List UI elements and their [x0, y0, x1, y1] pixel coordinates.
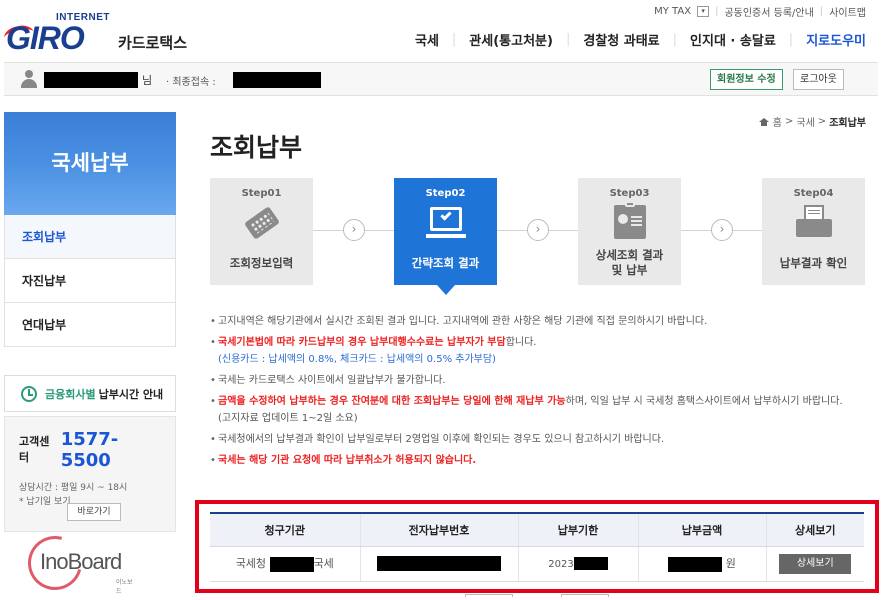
id-document-icon — [609, 201, 651, 243]
step-04: Step04 납부결과 확인 — [762, 178, 865, 285]
inoboard-logo-sub: 이노보드 — [116, 579, 133, 595]
user-bar: 님 · 최종접속 : 회원정보 수정 로그아웃 — [4, 62, 878, 96]
cell-due-date: 2023 — [517, 546, 638, 582]
notice-item: 국세는 해당 기관 요청에 따라 납부취소가 허용되지 않습니다. — [210, 452, 850, 469]
inoboard-logo: InoBoard 이노보드 — [18, 526, 138, 600]
bank-time-label: 납부시간 안내 — [98, 387, 164, 401]
customer-center-box: 고객센터 1577-5500 상담시간 : 평일 9시 ~ 18시 * 납기일 … — [4, 416, 176, 532]
notice-item: 고지내역은 해당기관에서 실시간 조회된 결과 입니다. 고지내역에 관한 사항… — [210, 313, 850, 330]
monitor-check-icon — [425, 205, 467, 243]
step-label: Step04 — [793, 188, 834, 199]
last-login-label: · 최종접속 : — [166, 77, 216, 88]
sidebar-item-joint-payment[interactable]: 연대납부 — [4, 303, 176, 347]
last-login-redacted — [233, 72, 321, 88]
logo-giro-text: GIRO — [6, 20, 85, 56]
goto-button[interactable]: 바로가기 — [67, 503, 121, 521]
bottom-buttons-partial — [465, 593, 615, 600]
nav-national-tax[interactable]: 국세 — [402, 30, 452, 49]
col-payment-number: 전자납부번호 — [359, 512, 518, 547]
col-amount: 납부금액 — [637, 512, 766, 547]
sitemap-link[interactable]: 사이트맵 — [829, 4, 866, 19]
col-agency: 청구기관 — [210, 512, 360, 547]
breadcrumb: 홈 > 국세 > 조회납부 — [758, 114, 866, 129]
sidebar-item-inquiry-payment[interactable]: 조회납부 — [4, 215, 176, 259]
table-row: 국세청 국세 2023 원 상세보기 — [210, 546, 864, 582]
cell-detail: 상세보기 — [765, 546, 864, 582]
mytax-link[interactable]: MY TAX — [654, 6, 691, 17]
step-01: Step01 조회정보입력 — [210, 178, 313, 285]
mytax-dropdown-icon[interactable]: ▾ — [697, 6, 710, 17]
agency-redacted — [269, 556, 314, 572]
cell-payment-number — [359, 546, 518, 582]
logout-button[interactable]: 로그아웃 — [793, 69, 844, 90]
step-label: Step03 — [609, 188, 650, 199]
edit-profile-button[interactable]: 회원정보 수정 — [710, 69, 783, 90]
nav-police-fine[interactable]: 경찰청 과태료 — [570, 30, 672, 49]
bank-time-highlight: 금융회사별 — [45, 387, 96, 401]
due-date-redacted — [573, 557, 608, 571]
cell-agency: 국세청 국세 — [210, 546, 360, 582]
page-title: 조회납부 — [210, 133, 303, 162]
sidebar-menu: 조회납부 자진납부 연대납부 — [4, 215, 176, 347]
step-03: Step03 상세조회 결과 및 납부 — [578, 178, 681, 285]
notice-item: 국세청에서의 납부결과 확인이 납부일로부터 2영업일 이후에 확인되는 경우도… — [210, 431, 850, 448]
step-name: 조회정보입력 — [229, 256, 294, 270]
customer-center-label: 고객센터 — [19, 435, 50, 464]
result-table: 청구기관 전자납부번호 납부기한 납부금액 상세보기 국세청 국세 2023 원 — [210, 512, 864, 582]
home-icon[interactable] — [758, 117, 769, 126]
step-name: 상세조회 결과 및 납부 — [595, 248, 664, 277]
customer-center-tel: 1577-5500 — [60, 429, 119, 471]
sidebar-item-self-payment[interactable]: 자진납부 — [4, 259, 176, 303]
certificate-link[interactable]: 공동인증서 등록/안내 — [724, 4, 813, 19]
customer-center-hours: 상담시간 : 평일 9시 ~ 18시 — [19, 483, 128, 493]
main-navigation: 국세 | 관세(통고처분) | 경찰청 과태료 | 인지대 · 송달료 | 지로… — [402, 30, 866, 49]
user-avatar-icon — [20, 70, 38, 88]
bank-time-guide-link[interactable]: 금융회사별 납부시간 안내 — [4, 375, 176, 412]
notice-list: 고지내역은 해당기관에서 실시간 조회된 결과 입니다. 고지내역에 관한 사항… — [210, 313, 850, 473]
step-arrow-icon: › — [527, 219, 549, 241]
user-name-redacted — [44, 72, 138, 88]
logo-cardrotax-text: 카드로택스 — [118, 34, 188, 52]
nav-stamp-fee[interactable]: 인지대 · 송달료 — [677, 30, 789, 49]
nav-customs[interactable]: 관세(통고처분) — [456, 30, 566, 49]
inoboard-logo-text: InoBoard — [40, 549, 122, 574]
step-label: Step02 — [425, 188, 466, 199]
step-02: Step02 간략조회 결과 — [394, 178, 497, 295]
credit-card-icon — [241, 205, 283, 243]
step-arrow-icon: › — [343, 219, 365, 241]
cell-amount: 원 — [637, 546, 766, 582]
notice-item: 국세는 카드로택스 사이트에서 일괄납부가 불가합니다. — [210, 372, 850, 389]
breadcrumb-level1[interactable]: 국세 — [796, 114, 814, 129]
step-arrow-icon: › — [711, 219, 733, 241]
printer-icon — [793, 205, 835, 243]
detail-view-button[interactable]: 상세보기 — [779, 553, 852, 574]
breadcrumb-current: 조회납부 — [829, 118, 866, 129]
payment-number-redacted — [377, 556, 501, 571]
step-label: Step01 — [241, 188, 282, 199]
giro-logo[interactable]: INTERNET GIRO 카드로택스 — [2, 10, 206, 56]
step-name: 납부결과 확인 — [779, 256, 848, 270]
notice-item: 금액을 수정하여 납부하는 경우 잔여분에 대한 조회납부는 당일에 한해 재납… — [210, 393, 850, 427]
clock-icon — [21, 385, 37, 402]
breadcrumb-home[interactable]: 홈 — [773, 114, 782, 129]
col-detail: 상세보기 — [765, 512, 864, 547]
amount-redacted — [668, 556, 723, 572]
nav-giro-help[interactable]: 지로도우미 — [793, 30, 866, 49]
notice-item: 국세기본법에 따라 카드납부의 경우 납부대행수수료는 납부자가 부담합니다. … — [210, 334, 850, 368]
step-name: 간략조회 결과 — [411, 256, 480, 270]
user-suffix: 님 — [142, 74, 153, 87]
utility-links: MY TAX ▾ | 공동인증서 등록/안내 | 사이트맵 — [654, 4, 866, 19]
sidebar-title: 국세납부 — [4, 112, 176, 215]
col-due-date: 납부기한 — [517, 512, 638, 547]
